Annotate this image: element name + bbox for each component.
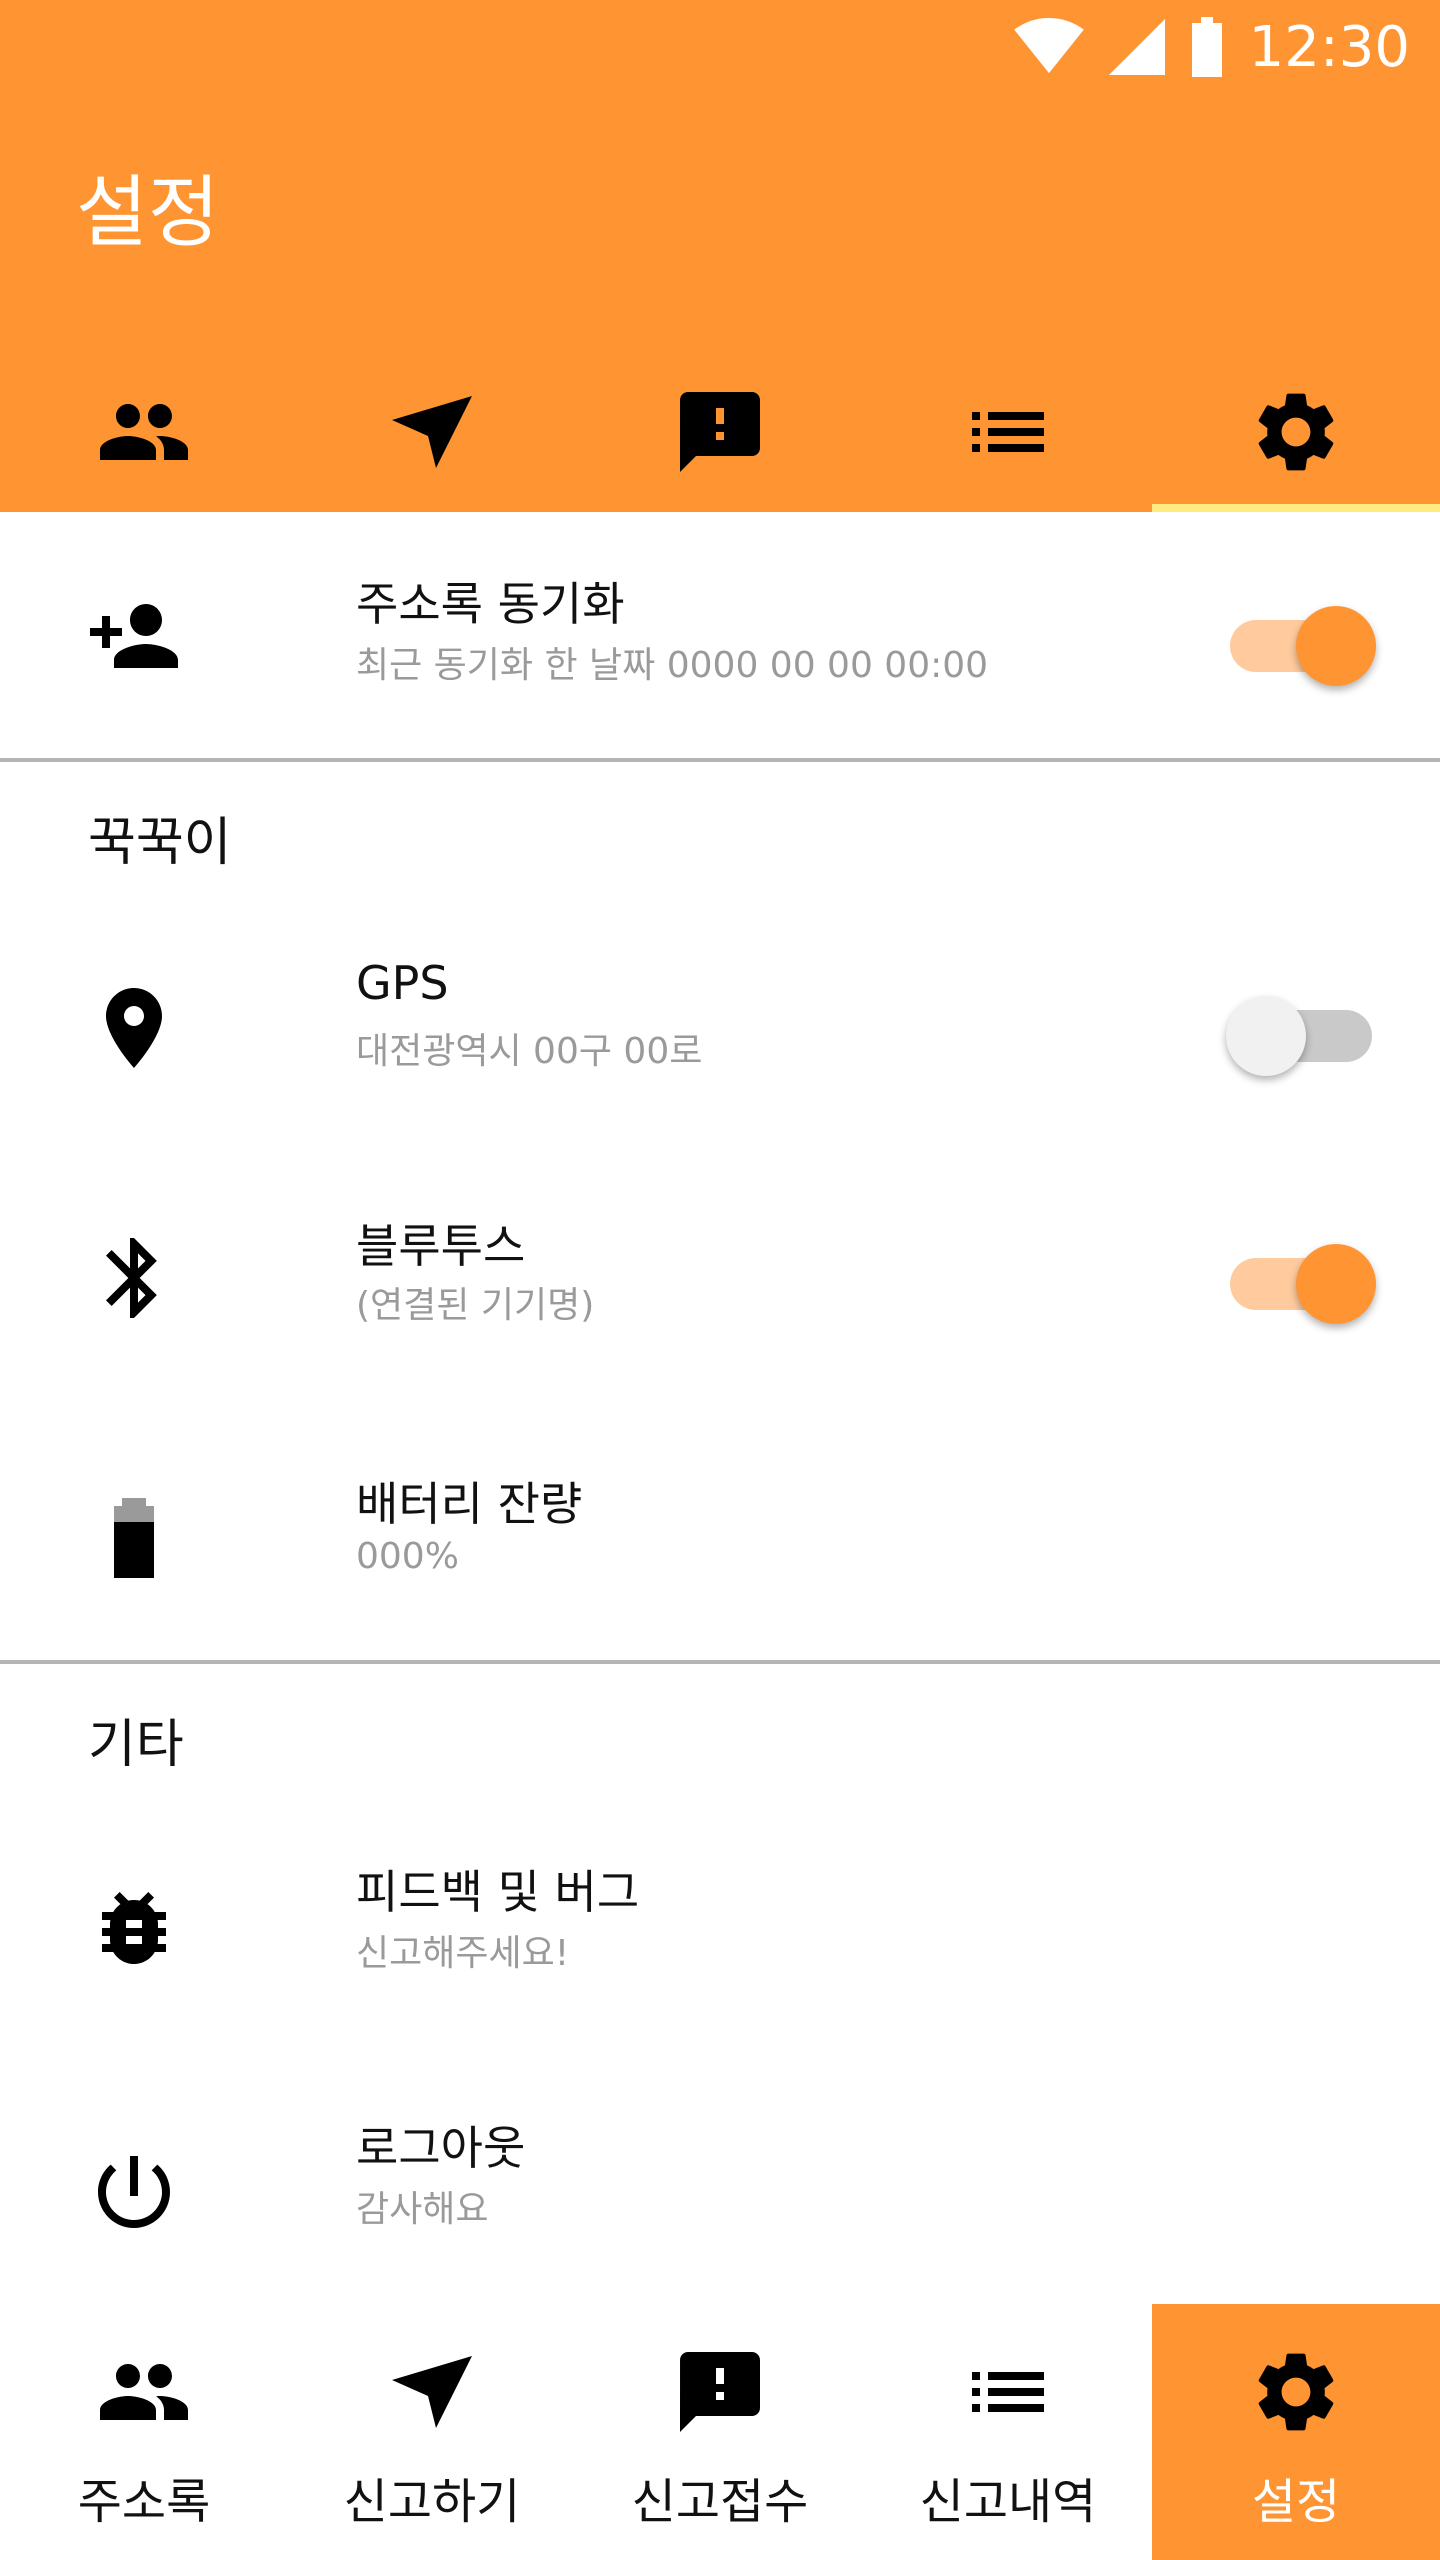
section-header-device: 꾹꾹이	[88, 813, 232, 873]
tab-received[interactable]	[576, 352, 864, 512]
send-icon	[384, 384, 480, 480]
status-time: 12:30	[1248, 14, 1410, 80]
bottom-nav-label: 신고접수	[631, 2474, 809, 2530]
bottom-nav-label: 신고하기	[343, 2474, 521, 2530]
people-icon	[96, 2344, 192, 2440]
report-message-icon	[672, 384, 768, 480]
contacts-sync-row[interactable]: 주소록 동기화 최근 동기화 한 날짜 0000 00 00 00:00	[0, 512, 1440, 760]
battery-title: 배터리 잔량	[356, 1477, 583, 1531]
report-message-icon	[672, 2344, 768, 2440]
bottom-nav-received[interactable]: 신고접수	[576, 2304, 864, 2560]
section-header-etc: 기타	[88, 1715, 184, 1775]
bluetooth-subtitle: (연결된 기기명)	[356, 1285, 595, 1326]
people-icon	[96, 384, 192, 480]
settings-gear-icon	[1248, 384, 1344, 480]
bottom-nav-history[interactable]: 신고내역	[864, 2304, 1152, 2560]
bottom-navigation: 주소록 신고하기 신고접수 신고내역 설정	[0, 2304, 1440, 2560]
toggle-thumb	[1226, 996, 1306, 1076]
wifi-icon	[1013, 18, 1085, 76]
tab-history[interactable]	[864, 352, 1152, 512]
contacts-sync-title: 주소록 동기화	[356, 577, 625, 631]
bottom-nav-label: 주소록	[77, 2474, 211, 2530]
battery-level: 000%	[356, 1536, 459, 1577]
battery-status-icon	[1189, 17, 1225, 77]
toggle-thumb	[1296, 1244, 1376, 1324]
contacts-sync-toggle[interactable]	[1226, 596, 1376, 686]
feedback-title: 피드백 및 버그	[356, 1865, 640, 1919]
divider	[0, 758, 1440, 762]
gps-title: GPS	[356, 956, 449, 1010]
contacts-sync-subtitle: 최근 동기화 한 날짜 0000 00 00 00:00	[356, 645, 989, 686]
bluetooth-row[interactable]: 블루투스 (연결된 기기명)	[0, 1150, 1440, 1400]
logout-title: 로그아웃	[356, 2121, 526, 2175]
signal-icon	[1108, 18, 1165, 76]
status-bar: 12:30	[1013, 12, 1410, 82]
feedback-subtitle: 신고해주세요!	[356, 1933, 570, 1974]
power-icon	[86, 2144, 182, 2240]
tab-settings[interactable]	[1152, 352, 1440, 512]
logout-subtitle: 감사해요	[356, 2189, 489, 2230]
top-tab-bar	[0, 352, 1440, 512]
bluetooth-toggle[interactable]	[1226, 1234, 1376, 1324]
battery-icon	[86, 1490, 182, 1586]
bluetooth-icon	[86, 1230, 182, 1326]
bug-icon	[86, 1880, 182, 1976]
bottom-nav-settings[interactable]: 설정	[1152, 2304, 1440, 2560]
list-icon	[960, 2344, 1056, 2440]
feedback-row[interactable]: 피드백 및 버그 신고해주세요!	[0, 1800, 1440, 2050]
page-title: 설정	[76, 168, 220, 258]
gps-toggle[interactable]	[1226, 986, 1376, 1076]
app-bar: 12:30 설정	[0, 0, 1440, 512]
logout-row[interactable]: 로그아웃 감사해요	[0, 2060, 1440, 2300]
gps-row[interactable]: GPS 대전광역시 00구 00로	[0, 900, 1440, 1140]
battery-row: 배터리 잔량 000%	[0, 1410, 1440, 1660]
gps-subtitle: 대전광역시 00구 00로	[356, 1031, 703, 1072]
divider	[0, 1660, 1440, 1664]
bottom-nav-report[interactable]: 신고하기	[288, 2304, 576, 2560]
settings-gear-icon	[1248, 2344, 1344, 2440]
send-icon	[384, 2344, 480, 2440]
bottom-nav-contacts[interactable]: 주소록	[0, 2304, 288, 2560]
tab-contacts[interactable]	[0, 352, 288, 512]
toggle-thumb	[1296, 606, 1376, 686]
tab-report[interactable]	[288, 352, 576, 512]
bottom-nav-label: 설정	[1251, 2474, 1341, 2530]
person-add-icon	[86, 588, 182, 684]
bluetooth-title: 블루투스	[356, 1219, 526, 1273]
list-icon	[960, 384, 1056, 480]
bottom-nav-label: 신고내역	[919, 2474, 1097, 2530]
location-pin-icon	[86, 980, 182, 1076]
